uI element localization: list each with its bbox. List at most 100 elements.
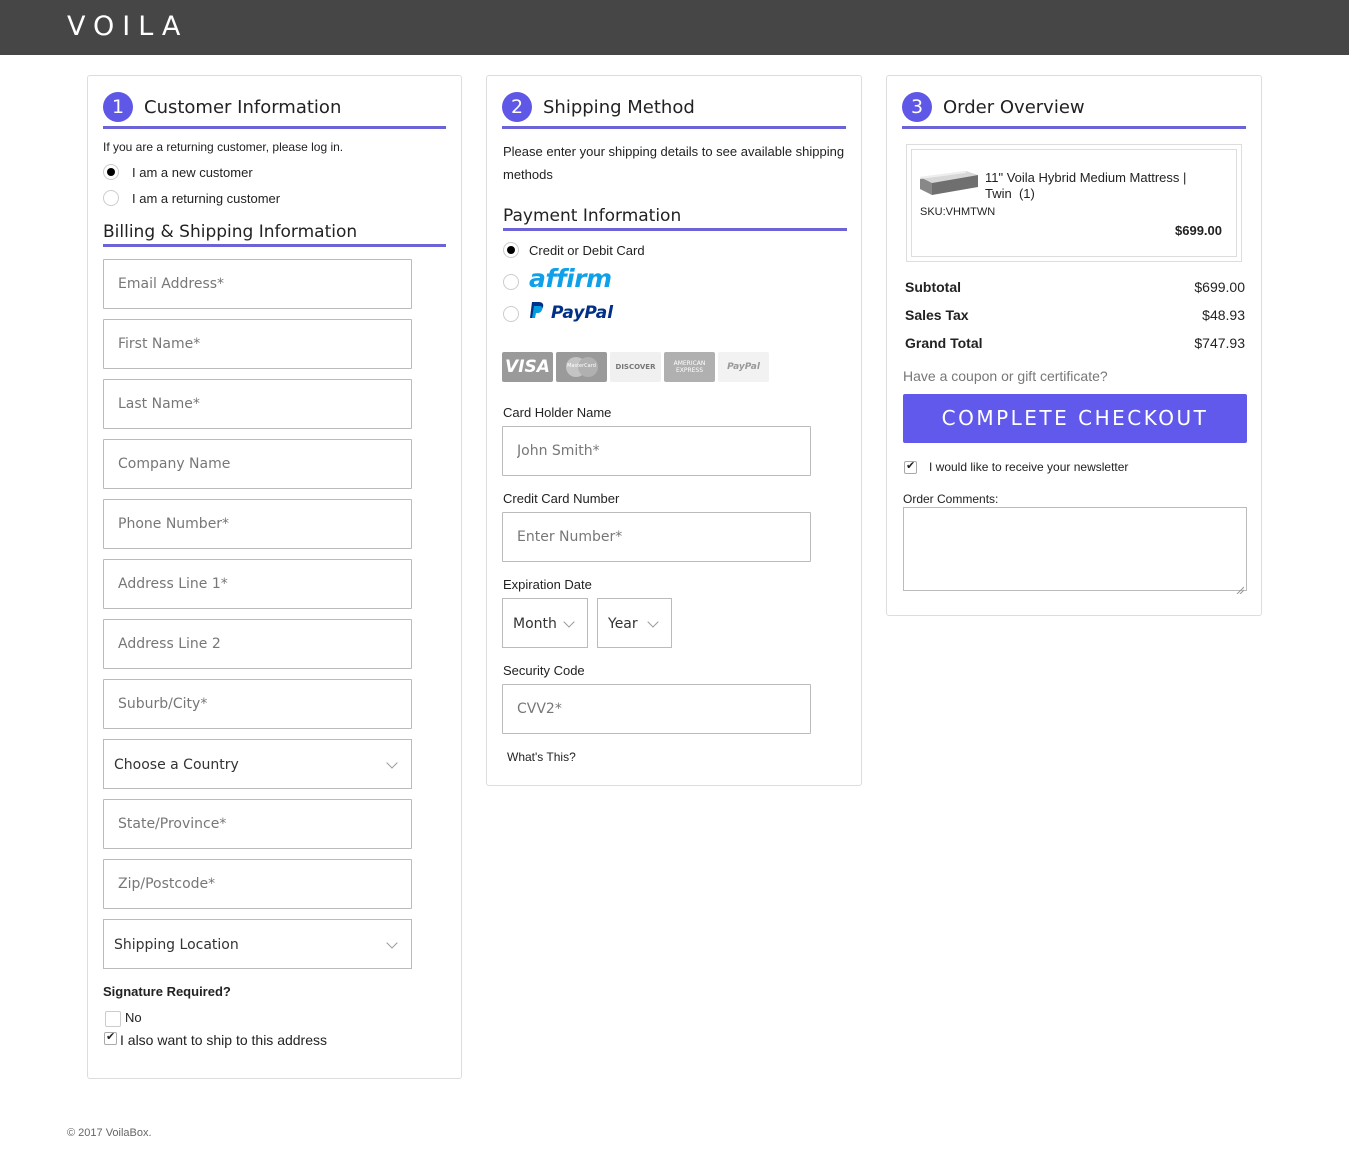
order-comments-textarea[interactable] <box>903 507 1247 595</box>
sales-tax-value: $48.93 <box>1202 307 1245 323</box>
card-holder-field[interactable] <box>502 426 811 476</box>
address-line-1-input[interactable] <box>104 560 411 608</box>
state-field[interactable] <box>103 799 412 849</box>
affirm-payment-option[interactable]: affirm <box>503 264 703 296</box>
order-item: 11" Voila Hybrid Medium Mattress | Twin … <box>911 149 1237 257</box>
step-number-3: 3 <box>902 92 932 122</box>
mattress-thumbnail <box>918 163 978 197</box>
product-price: $699.00 <box>1175 223 1222 238</box>
whats-this-link[interactable]: What's This? <box>507 750 576 764</box>
card-number-input[interactable] <box>503 513 810 561</box>
grand-total-value: $747.93 <box>1194 335 1245 351</box>
step-number-2: 2 <box>502 92 532 122</box>
returning-customer-note: If you are a returning customer, please … <box>103 140 344 154</box>
state-input[interactable] <box>104 800 411 848</box>
city-input[interactable] <box>104 680 411 728</box>
discover-card-icon: DISCOVER <box>610 352 661 382</box>
visa-card-icon: VISA <box>502 352 553 382</box>
card-payment-label: Credit or Debit Card <box>529 243 645 258</box>
resize-handle-icon[interactable] <box>1236 581 1245 595</box>
phone-number-field[interactable] <box>103 499 412 549</box>
zip-field[interactable] <box>103 859 412 909</box>
returning-customer-radio[interactable] <box>103 190 119 206</box>
first-name-input[interactable] <box>104 320 411 368</box>
chevron-down-icon <box>386 757 398 769</box>
customer-information-panel: 1 Customer Information If you are a retu… <box>87 75 462 1079</box>
returning-customer-option[interactable]: I am a returning customer <box>103 190 303 208</box>
address-line-2-input[interactable] <box>104 620 411 668</box>
shipping-location-value: Shipping Location <box>114 937 239 953</box>
shipping-location-select[interactable]: Shipping Location <box>103 919 412 969</box>
zip-input[interactable] <box>104 860 411 908</box>
month-select-value: Month <box>513 616 557 632</box>
first-name-field[interactable] <box>103 319 412 369</box>
shipping-method-panel: 2 Shipping Method Please enter your ship… <box>486 75 862 786</box>
new-customer-label: I am a new customer <box>132 165 253 180</box>
billing-shipping-title: Billing & Shipping Information <box>103 222 446 247</box>
affirm-payment-radio[interactable] <box>503 274 519 290</box>
email-input[interactable] <box>104 260 411 308</box>
chevron-down-icon <box>386 937 398 949</box>
sales-tax-label: Sales Tax <box>905 307 969 323</box>
paypal-payment-radio[interactable] <box>503 306 519 322</box>
card-payment-radio[interactable] <box>503 242 519 258</box>
product-name[interactable]: 11" Voila Hybrid Medium Mattress | Twin … <box>985 170 1225 202</box>
paypal-icon <box>529 301 544 323</box>
card-number-label: Credit Card Number <box>503 491 620 506</box>
shipping-method-title: Shipping Method <box>543 97 695 118</box>
step-number-1: 1 <box>103 92 133 122</box>
card-payment-option[interactable]: Credit or Debit Card <box>503 242 703 260</box>
customer-information-title: Customer Information <box>144 97 342 118</box>
phone-number-input[interactable] <box>104 500 411 548</box>
subtotal-value: $699.00 <box>1194 279 1245 295</box>
signature-required-title: Signature Required? <box>103 984 231 999</box>
ship-same-checkbox[interactable] <box>104 1030 117 1045</box>
city-field[interactable] <box>103 679 412 729</box>
order-overview-title: Order Overview <box>943 97 1085 118</box>
new-customer-radio[interactable] <box>103 164 119 180</box>
payment-information-title: Payment Information <box>503 206 847 231</box>
email-field[interactable] <box>103 259 412 309</box>
year-select[interactable]: Year <box>597 598 672 648</box>
voila-logo[interactable]: VOILA <box>67 11 188 42</box>
order-overview-header: 3 Order Overview <box>902 92 1246 129</box>
paypal-payment-option[interactable]: PayPal <box>503 301 703 328</box>
shipping-note: Please enter your shipping details to se… <box>503 144 845 182</box>
cvv-field[interactable] <box>502 684 811 734</box>
order-comments-label: Order Comments: <box>903 492 999 506</box>
coupon-link[interactable]: Have a coupon or gift certificate? <box>903 368 1108 384</box>
complete-checkout-button[interactable]: COMPLETE CHECKOUT <box>903 394 1247 443</box>
year-select-value: Year <box>608 616 638 632</box>
affirm-logo: affirm <box>529 264 612 293</box>
month-select[interactable]: Month <box>502 598 588 648</box>
card-holder-input[interactable] <box>503 427 810 475</box>
order-item-box: 11" Voila Hybrid Medium Mattress | Twin … <box>906 144 1242 262</box>
country-select[interactable]: Choose a Country <box>103 739 412 789</box>
company-name-input[interactable] <box>104 440 411 488</box>
card-number-field[interactable] <box>502 512 811 562</box>
shipping-method-header: 2 Shipping Method <box>502 92 846 129</box>
signature-no-checkbox[interactable] <box>105 1011 121 1027</box>
customer-information-header: 1 Customer Information <box>103 92 446 129</box>
newsletter-label: I would like to receive your newsletter <box>929 460 1129 474</box>
expiration-date-label: Expiration Date <box>503 577 592 592</box>
chevron-down-icon <box>647 616 659 628</box>
cvv-input[interactable] <box>503 685 810 733</box>
new-customer-option[interactable]: I am a new customer <box>103 164 303 182</box>
last-name-input[interactable] <box>104 380 411 428</box>
order-overview-panel: 3 Order Overview 11" Voila Hybrid Medium… <box>886 75 1262 616</box>
subtotal-label: Subtotal <box>905 279 961 295</box>
amex-card-icon: AMERICAN EXPRESS <box>664 352 715 382</box>
card-holder-label: Card Holder Name <box>503 405 612 420</box>
grand-total-label: Grand Total <box>905 335 983 351</box>
product-qty: (1) <box>1018 186 1035 201</box>
ship-same-label: I also want to ship to this address <box>120 1032 327 1048</box>
mastercard-label: MasterCard <box>567 363 596 369</box>
company-name-field[interactable] <box>103 439 412 489</box>
newsletter-checkbox[interactable] <box>904 459 917 474</box>
address-line-2-field[interactable] <box>103 619 412 669</box>
product-name-text: 11" Voila Hybrid Medium Mattress | Twin <box>985 170 1187 201</box>
country-select-value: Choose a Country <box>114 757 239 773</box>
last-name-field[interactable] <box>103 379 412 429</box>
address-line-1-field[interactable] <box>103 559 412 609</box>
